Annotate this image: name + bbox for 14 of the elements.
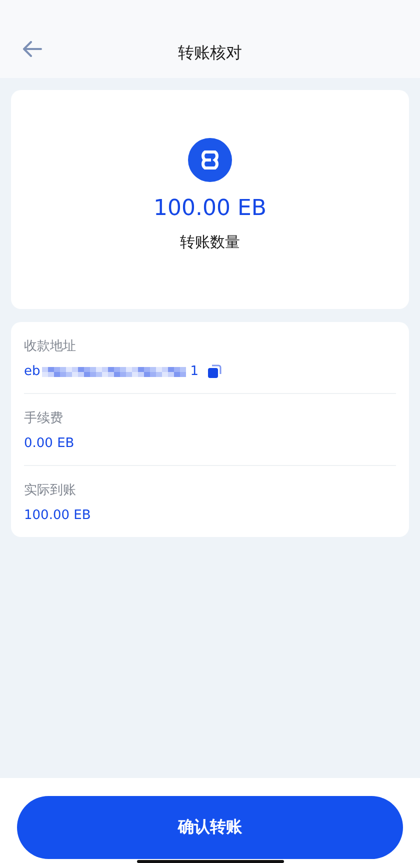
page-title: 转账核对 (178, 43, 242, 64)
transfer-amount: 100.00 EB (154, 196, 266, 221)
field-value: 100.00 EB (24, 508, 92, 523)
field-value: 0.00 EB (24, 436, 76, 451)
coin-logo-icon (188, 138, 232, 182)
field-label: 收款地址 (24, 338, 77, 355)
amount-label: 转账数量 (180, 233, 240, 252)
field-label: 手续费 (24, 410, 64, 427)
back-icon[interactable] (22, 41, 42, 57)
copy-icon[interactable] (206, 364, 222, 379)
confirm-button[interactable]: 确认转账 (17, 796, 403, 859)
field-label: 实际到账 (24, 482, 77, 499)
address-text: eb (24, 364, 40, 379)
address-text: 1 (190, 364, 199, 379)
